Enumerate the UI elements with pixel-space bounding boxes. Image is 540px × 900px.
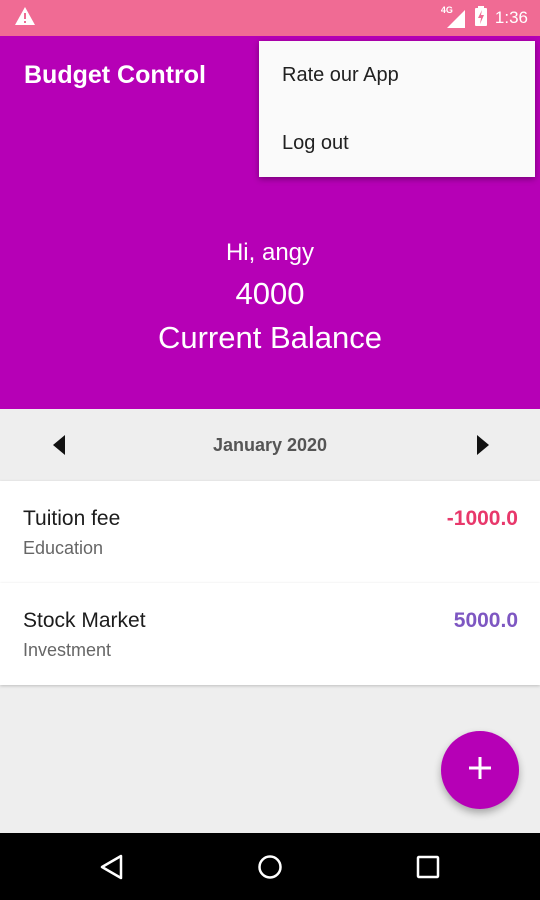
plus-icon: [469, 756, 491, 784]
network-label: 4G: [440, 5, 453, 15]
recents-icon[interactable]: [408, 847, 448, 887]
transaction-title: Stock Market: [23, 609, 146, 632]
status-indicators: 4G 1:36: [440, 5, 528, 31]
status-time: 1:36: [494, 8, 528, 27]
balance-label: Current Balance: [157, 320, 382, 355]
signal-icon: 4G: [440, 5, 467, 28]
transaction-amount: -1000.0: [446, 507, 518, 530]
back-icon[interactable]: [92, 847, 132, 887]
balance-amount: 4000: [235, 276, 305, 311]
menu-item-log-out[interactable]: Log out: [259, 109, 535, 177]
transaction-title: Tuition fee: [23, 507, 121, 530]
system-navigation-bar: [0, 833, 540, 900]
add-transaction-button[interactable]: [441, 731, 519, 809]
battery-charging-icon: [474, 5, 487, 31]
menu-item-rate-app[interactable]: Rate our App: [259, 41, 535, 109]
transaction-category: Education: [23, 538, 104, 558]
overflow-menu: Rate our App Log out: [259, 41, 535, 177]
month-label: January 2020: [212, 435, 328, 455]
month-navigator: January 2020: [0, 409, 540, 481]
transaction-category: Investment: [23, 640, 112, 660]
menu-item-label: Rate our App: [282, 63, 399, 86]
menu-item-label: Log out: [282, 131, 349, 154]
greeting-text: Hi, angy: [225, 239, 315, 266]
app-title: Budget Control: [24, 61, 206, 89]
transaction-amount: 5000.0: [453, 609, 518, 632]
transaction-row[interactable]: Tuition fee Education -1000.0: [0, 481, 540, 583]
transaction-row[interactable]: Stock Market Investment 5000.0: [0, 583, 540, 685]
status-bar: 4G 1:36: [0, 0, 540, 36]
arrow-right-icon[interactable]: [474, 433, 492, 457]
home-icon[interactable]: [250, 847, 290, 887]
warning-icon: [14, 6, 36, 31]
